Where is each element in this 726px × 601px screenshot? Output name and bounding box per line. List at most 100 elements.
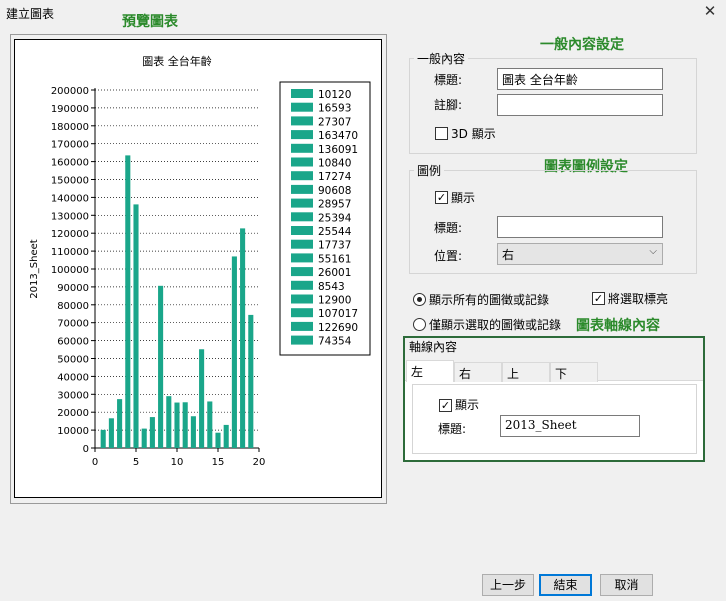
tab-bottom[interactable]: 下 (550, 362, 598, 382)
legend-label: 90608 (318, 185, 351, 197)
legend-swatch (291, 294, 313, 304)
legend-swatch (291, 184, 313, 194)
legend-show-checkbox[interactable]: ✓ (435, 191, 448, 204)
legend-position-label: 位置: (434, 249, 463, 263)
y-tick-label: 110000 (51, 247, 89, 258)
legend-label: 122690 (318, 322, 358, 334)
tab-left[interactable]: 左 (406, 360, 454, 382)
legend-label: 17737 (318, 240, 351, 252)
legend-swatch (291, 253, 313, 263)
threed-checkbox[interactable] (435, 127, 448, 140)
chart-title: 圖表 全台年齡 (142, 54, 212, 68)
y-tick-label: 200000 (51, 86, 89, 97)
bar (133, 204, 139, 448)
legend-swatch (291, 321, 313, 331)
legend-label: 10840 (318, 158, 351, 170)
bar (223, 424, 229, 448)
y-tick-label: 90000 (57, 283, 89, 294)
annotation-axis: 圖表軸線內容 (576, 318, 660, 334)
threed-label: 3D 顯示 (451, 127, 496, 141)
chevron-down-icon: ⌵ (649, 246, 657, 257)
axis-show-checkbox[interactable]: ✓ (439, 399, 452, 412)
general-title-label: 標題: (434, 73, 463, 87)
axis-title-label: 標題: (438, 422, 467, 436)
legend-label: 55161 (318, 253, 351, 265)
legend-label: 12900 (318, 295, 351, 307)
bar (141, 428, 147, 448)
legend-group-label: 圖例 (414, 162, 445, 179)
bar (125, 155, 131, 448)
tab-top[interactable]: 上 (502, 362, 550, 382)
y-tick-label: 190000 (51, 104, 89, 115)
legend-title-input[interactable] (497, 216, 663, 238)
legend-label: 8543 (318, 281, 345, 293)
finish-button[interactable]: 結束 (539, 574, 592, 596)
y-tick-label: 20000 (57, 408, 89, 419)
general-group-label: 一般內容 (414, 50, 469, 67)
legend-label: 26001 (318, 267, 351, 279)
legend-label: 28957 (318, 199, 351, 211)
legend-label: 74354 (318, 336, 352, 348)
y-tick-label: 140000 (51, 193, 89, 204)
y-tick-label: 30000 (57, 390, 89, 401)
footnote-input[interactable] (497, 94, 663, 116)
legend-swatch (291, 239, 313, 249)
x-tick-label: 20 (253, 457, 266, 468)
close-icon[interactable]: ✕ (701, 2, 719, 20)
legend-label: 25394 (318, 212, 352, 224)
legend-position-select[interactable]: 右 ⌵ (497, 243, 663, 265)
tab-right[interactable]: 右 (454, 362, 502, 382)
legend-swatch (291, 267, 313, 277)
legend-label: 27307 (318, 116, 351, 128)
legend-swatch (291, 335, 313, 345)
legend-swatch (291, 102, 313, 112)
bar (158, 285, 164, 448)
y-tick-label: 70000 (57, 319, 89, 330)
legend-label: 17274 (318, 171, 352, 183)
legend-label: 10120 (318, 89, 351, 101)
legend-position-value: 右 (502, 248, 515, 262)
annotation-general: 一般內容設定 (540, 37, 624, 53)
legend-label: 163470 (318, 130, 358, 142)
show-selected-radio[interactable] (413, 318, 426, 331)
legend-swatch (291, 171, 313, 181)
bar (199, 349, 205, 448)
show-all-label: 顯示所有的圖徵或記錄 (429, 293, 550, 307)
y-tick-label: 80000 (57, 301, 89, 312)
y-tick-label: 50000 (57, 355, 89, 366)
show-all-radio[interactable] (413, 293, 426, 306)
x-tick-label: 15 (212, 457, 225, 468)
cancel-button[interactable]: 取消 (600, 574, 653, 596)
y-tick-label: 0 (83, 444, 89, 455)
legend-swatch (291, 157, 313, 167)
bar (182, 402, 188, 448)
legend-swatch (291, 130, 313, 140)
x-tick-label: 10 (171, 457, 184, 468)
axis-show-label: 顯示 (455, 398, 480, 412)
highlight-checkbox[interactable]: ✓ (592, 292, 605, 305)
bar (231, 256, 237, 448)
bar (215, 432, 221, 448)
legend-label: 16593 (318, 103, 351, 115)
chart-preview: 圖表 全台年齡 0 10000 20000 30000 40000 50000 60000 70… (14, 39, 382, 498)
y-tick-label: 150000 (51, 176, 89, 187)
y-tick-label: 130000 (51, 211, 89, 222)
y-tick-label: 40000 (57, 372, 89, 383)
legend-label: 136091 (318, 144, 358, 156)
legend-swatch (291, 198, 313, 208)
chart-title-input[interactable]: 圖表 全台年齡 (497, 68, 663, 90)
y-tick-label: 180000 (51, 122, 89, 133)
y-tick-label: 10000 (57, 426, 89, 437)
axis-title-input[interactable]: 2013_Sheet (500, 415, 640, 437)
bar (100, 429, 106, 448)
legend-swatch (291, 89, 313, 98)
legend-show-label: 顯示 (451, 191, 476, 205)
window-title: 建立圖表 (6, 7, 55, 21)
bar (117, 399, 123, 448)
y-tick-label: 160000 (51, 158, 89, 169)
bar-chart: 圖表 全台年齡 0 10000 20000 30000 40000 50000 60000 70… (29, 54, 371, 468)
bar (174, 402, 180, 448)
bar (166, 396, 172, 448)
back-button[interactable]: 上一步 (482, 574, 534, 596)
legend-label: 107017 (318, 308, 358, 320)
